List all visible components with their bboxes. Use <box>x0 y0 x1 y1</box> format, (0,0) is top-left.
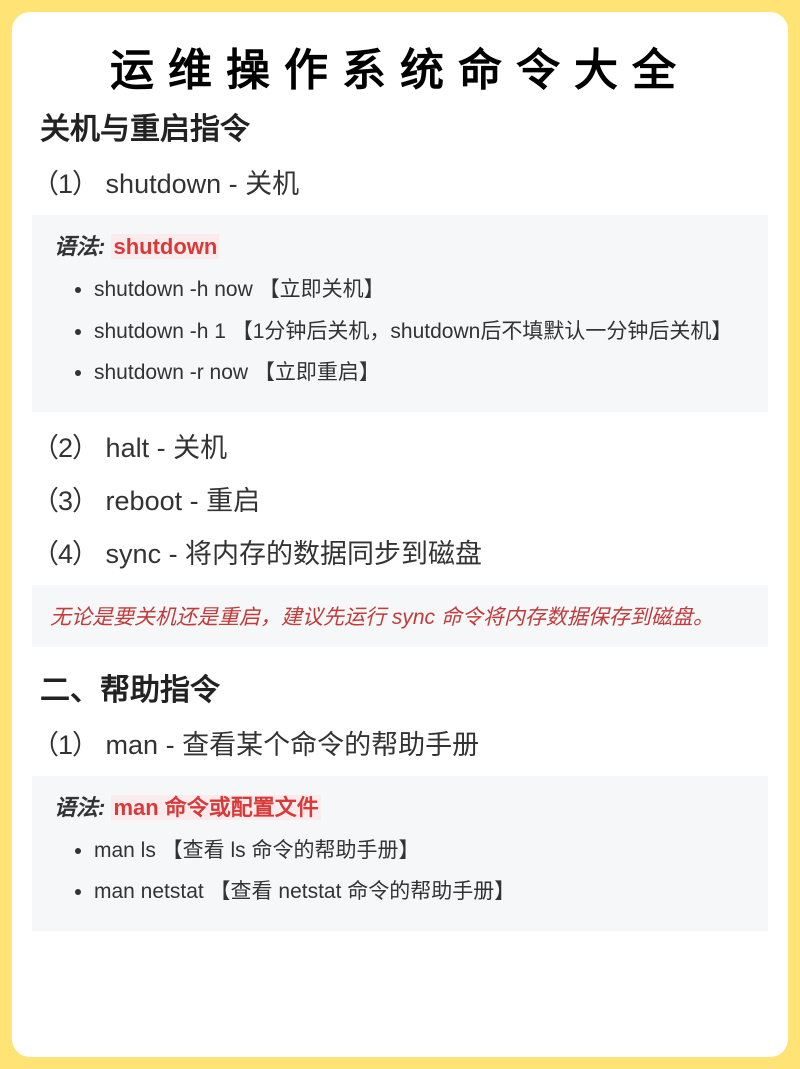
example-item: shutdown -h 1 【1分钟后关机，shutdown后不填默认一分钟后关… <box>94 315 748 349</box>
syntax-label: 语法: <box>54 795 105 820</box>
main-title: 运维操作系统命令大全 <box>32 34 768 98</box>
example-item: man netstat 【查看 netstat 命令的帮助手册】 <box>94 875 748 909</box>
cmd-item: （1） man - 查看某个命令的帮助手册 <box>32 723 768 762</box>
cmd-item: （2） halt - 关机 <box>32 426 768 465</box>
item-num: （4） <box>32 539 98 569</box>
cmd-item: （4） sync - 将内存的数据同步到磁盘 <box>32 532 768 571</box>
example-item: shutdown -h now 【立即关机】 <box>94 273 748 307</box>
section-heading-2: 二、帮助指令 <box>40 665 768 709</box>
example-list: shutdown -h now 【立即关机】 shutdown -h 1 【1分… <box>54 273 748 390</box>
syntax-label: 语法: <box>54 234 105 259</box>
item-text: reboot - 重启 <box>106 486 261 516</box>
item-text: halt - 关机 <box>106 433 228 463</box>
syntax-line: 语法: man 命令或配置文件 <box>54 790 748 822</box>
item-text: shutdown - 关机 <box>106 169 300 199</box>
item-num: （3） <box>32 486 98 516</box>
example-item: man ls 【查看 ls 命令的帮助手册】 <box>94 834 748 868</box>
content-card: 运维操作系统命令大全 关机与重启指令 （1） shutdown - 关机 语法:… <box>12 12 788 1057</box>
syntax-box-man: 语法: man 命令或配置文件 man ls 【查看 ls 命令的帮助手册】 m… <box>32 776 768 931</box>
item-text: man - 查看某个命令的帮助手册 <box>106 730 480 760</box>
item-num: （2） <box>32 433 98 463</box>
item-num: （1） <box>32 169 98 199</box>
example-list: man ls 【查看 ls 命令的帮助手册】 man netstat 【查看 n… <box>54 834 748 909</box>
item-num: （1） <box>32 730 98 760</box>
section-heading-1: 关机与重启指令 <box>40 104 768 148</box>
syntax-box-shutdown: 语法: shutdown shutdown -h now 【立即关机】 shut… <box>32 215 768 412</box>
syntax-line: 语法: shutdown <box>54 229 748 261</box>
item-text: sync - 将内存的数据同步到磁盘 <box>106 539 483 569</box>
cmd-item: （3） reboot - 重启 <box>32 479 768 518</box>
syntax-cmd: man 命令或配置文件 <box>111 795 320 820</box>
cmd-item: （1） shutdown - 关机 <box>32 162 768 201</box>
tip-box: 无论是要关机还是重启，建议先运行 sync 命令将内存数据保存到磁盘。 <box>32 585 768 647</box>
syntax-cmd: shutdown <box>111 234 219 259</box>
example-item: shutdown -r now 【立即重启】 <box>94 356 748 390</box>
